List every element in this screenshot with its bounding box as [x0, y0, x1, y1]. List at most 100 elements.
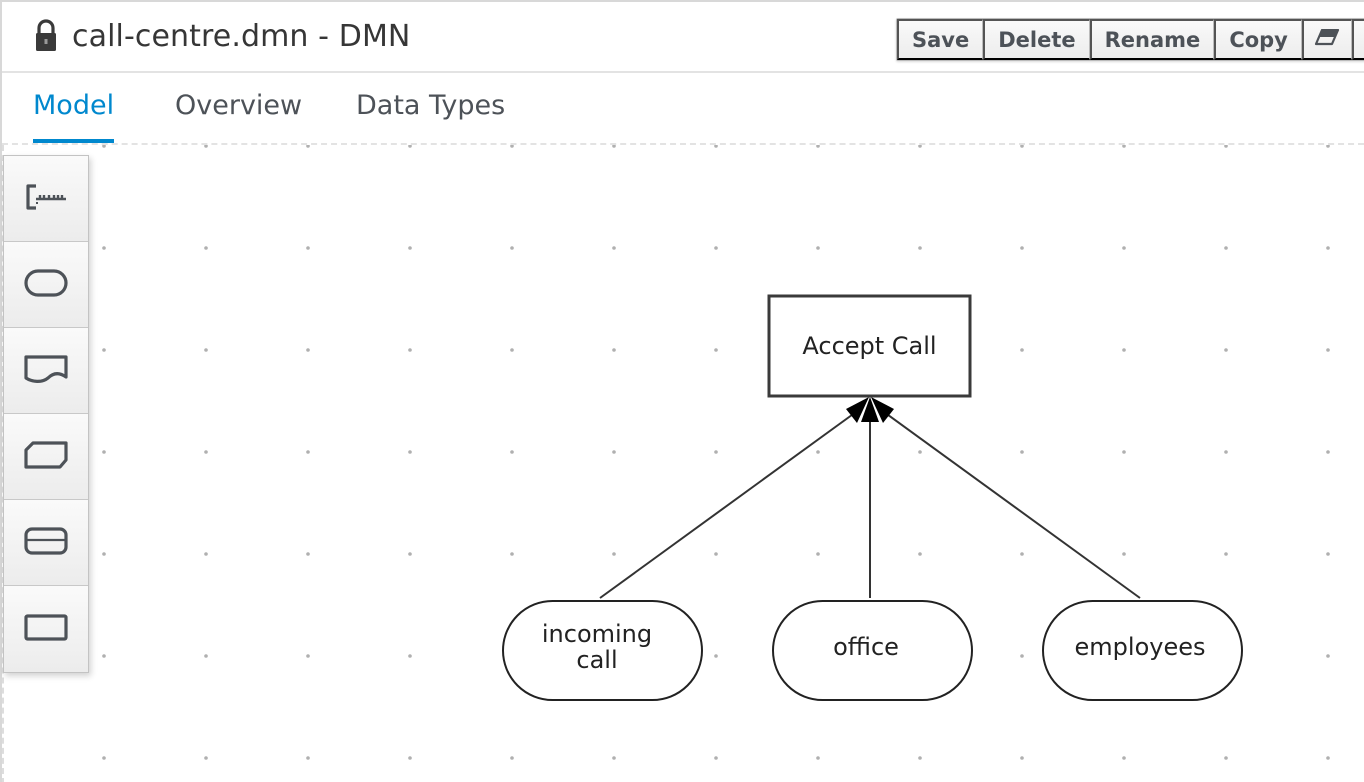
grid-dot: [1224, 246, 1228, 250]
palette-decision[interactable]: [4, 586, 88, 672]
grid-dot: [408, 756, 412, 760]
grid-dot: [1020, 450, 1024, 454]
shape-palette: [3, 155, 89, 673]
grid-dot: [918, 145, 922, 148]
grid-dot: [714, 450, 718, 454]
grid-dot: [816, 756, 820, 760]
save-button[interactable]: Save: [897, 19, 984, 60]
grid-dot: [918, 756, 922, 760]
grid-dot: [510, 756, 514, 760]
grid-dot: [714, 756, 718, 760]
input-node-employees[interactable]: employees: [1042, 600, 1243, 701]
grid-dot: [306, 145, 310, 148]
input-label-line-2: call: [576, 646, 617, 674]
title-bar: call-centre.dmn - DMN Save Delete Rename…: [2, 2, 1364, 73]
grid-dot: [306, 654, 310, 658]
grid-dot: [1020, 246, 1024, 250]
diagram-svg: Accept Call incoming call office employe…: [102, 145, 1330, 760]
grid-dot: [816, 450, 820, 454]
tab-overview[interactable]: Overview: [175, 90, 302, 139]
grid-dot: [204, 450, 208, 454]
grid-dot: [510, 450, 514, 454]
grid-dot: [408, 246, 412, 250]
grid-dot: [612, 552, 616, 556]
grid-dot: [408, 654, 412, 658]
grid-dot: [204, 756, 208, 760]
grid-dot: [1224, 756, 1228, 760]
grid-dot: [510, 145, 514, 148]
grid-dot: [612, 145, 616, 148]
delete-button[interactable]: Delete: [983, 19, 1090, 60]
grid-dot: [1122, 450, 1126, 454]
clear-button[interactable]: [1301, 19, 1352, 60]
grid-dot: [306, 348, 310, 352]
grid-dot: [1122, 756, 1126, 760]
input-node-office[interactable]: office: [772, 600, 973, 701]
palette-input-data[interactable]: [4, 242, 88, 328]
grid-dot: [510, 348, 514, 352]
toolbar: Save Delete Rename Copy: [896, 18, 1364, 61]
grid-dot: [1326, 145, 1330, 148]
grid-dot: [102, 246, 106, 250]
grid-dot: [1326, 246, 1330, 250]
knowledge-source-icon: [23, 354, 69, 388]
grid-dot: [714, 552, 718, 556]
grid-dot: [1224, 145, 1228, 148]
grid-dot: [510, 246, 514, 250]
eraser-icon: [1314, 28, 1340, 52]
grid-dot: [408, 552, 412, 556]
lock-icon: [34, 19, 58, 53]
grid-dot: [1122, 552, 1126, 556]
run-button[interactable]: [1351, 19, 1364, 60]
input-label-line-1: incoming: [542, 620, 652, 648]
bkm-icon: [23, 440, 69, 474]
grid-dot: [1020, 654, 1024, 658]
input-data-icon: [23, 268, 69, 302]
grid-dot: [1020, 756, 1024, 760]
tab-model[interactable]: Model: [33, 90, 115, 143]
grid-dot: [612, 756, 616, 760]
palette-business-knowledge-model[interactable]: [4, 414, 88, 500]
grid-dot: [204, 348, 208, 352]
diagram-canvas[interactable]: Accept Call incoming call office employe…: [2, 143, 1364, 782]
connector-employees[interactable]: [883, 411, 1141, 599]
grid-dot: [816, 246, 820, 250]
grid-dot: [612, 348, 616, 352]
editor-tabs: Model Overview Data Types: [2, 75, 1364, 143]
grid-dot: [918, 246, 922, 250]
grid-dot: [306, 450, 310, 454]
rename-button[interactable]: Rename: [1089, 19, 1215, 60]
grid-dot: [408, 450, 412, 454]
grid-dot: [714, 145, 718, 148]
input-label: employees: [1075, 633, 1206, 661]
palette-knowledge-source[interactable]: [4, 328, 88, 414]
grid-dot: [510, 552, 514, 556]
grid-dot: [102, 654, 106, 658]
grid-dot: [102, 450, 106, 454]
grid-dot: [204, 654, 208, 658]
grid-dot: [1326, 654, 1330, 658]
grid-dot: [1224, 348, 1228, 352]
decision-node-accept-call[interactable]: Accept Call: [767, 294, 972, 398]
grid-dot: [306, 552, 310, 556]
grid-dot: [408, 145, 412, 148]
palette-decision-service[interactable]: [4, 500, 88, 586]
grid-dot: [102, 756, 106, 760]
grid-dot: [714, 246, 718, 250]
grid-dot: [1122, 145, 1126, 148]
tab-data-types[interactable]: Data Types: [356, 90, 505, 139]
grid-dot: [1122, 246, 1126, 250]
connector-incoming-call[interactable]: [599, 411, 857, 599]
grid-dot: [1020, 552, 1024, 556]
grid-dot: [1326, 450, 1330, 454]
file-title: call-centre.dmn - DMN: [72, 18, 411, 54]
copy-button[interactable]: Copy: [1214, 19, 1302, 60]
input-node-incoming-call[interactable]: incoming call: [502, 600, 703, 701]
grid-dot: [612, 246, 616, 250]
grid-dot: [1224, 450, 1228, 454]
grid-dot: [1326, 348, 1330, 352]
grid-dot: [102, 145, 106, 148]
palette-text-annotation[interactable]: [4, 156, 88, 242]
grid-dot: [612, 450, 616, 454]
grid-dot: [408, 348, 412, 352]
